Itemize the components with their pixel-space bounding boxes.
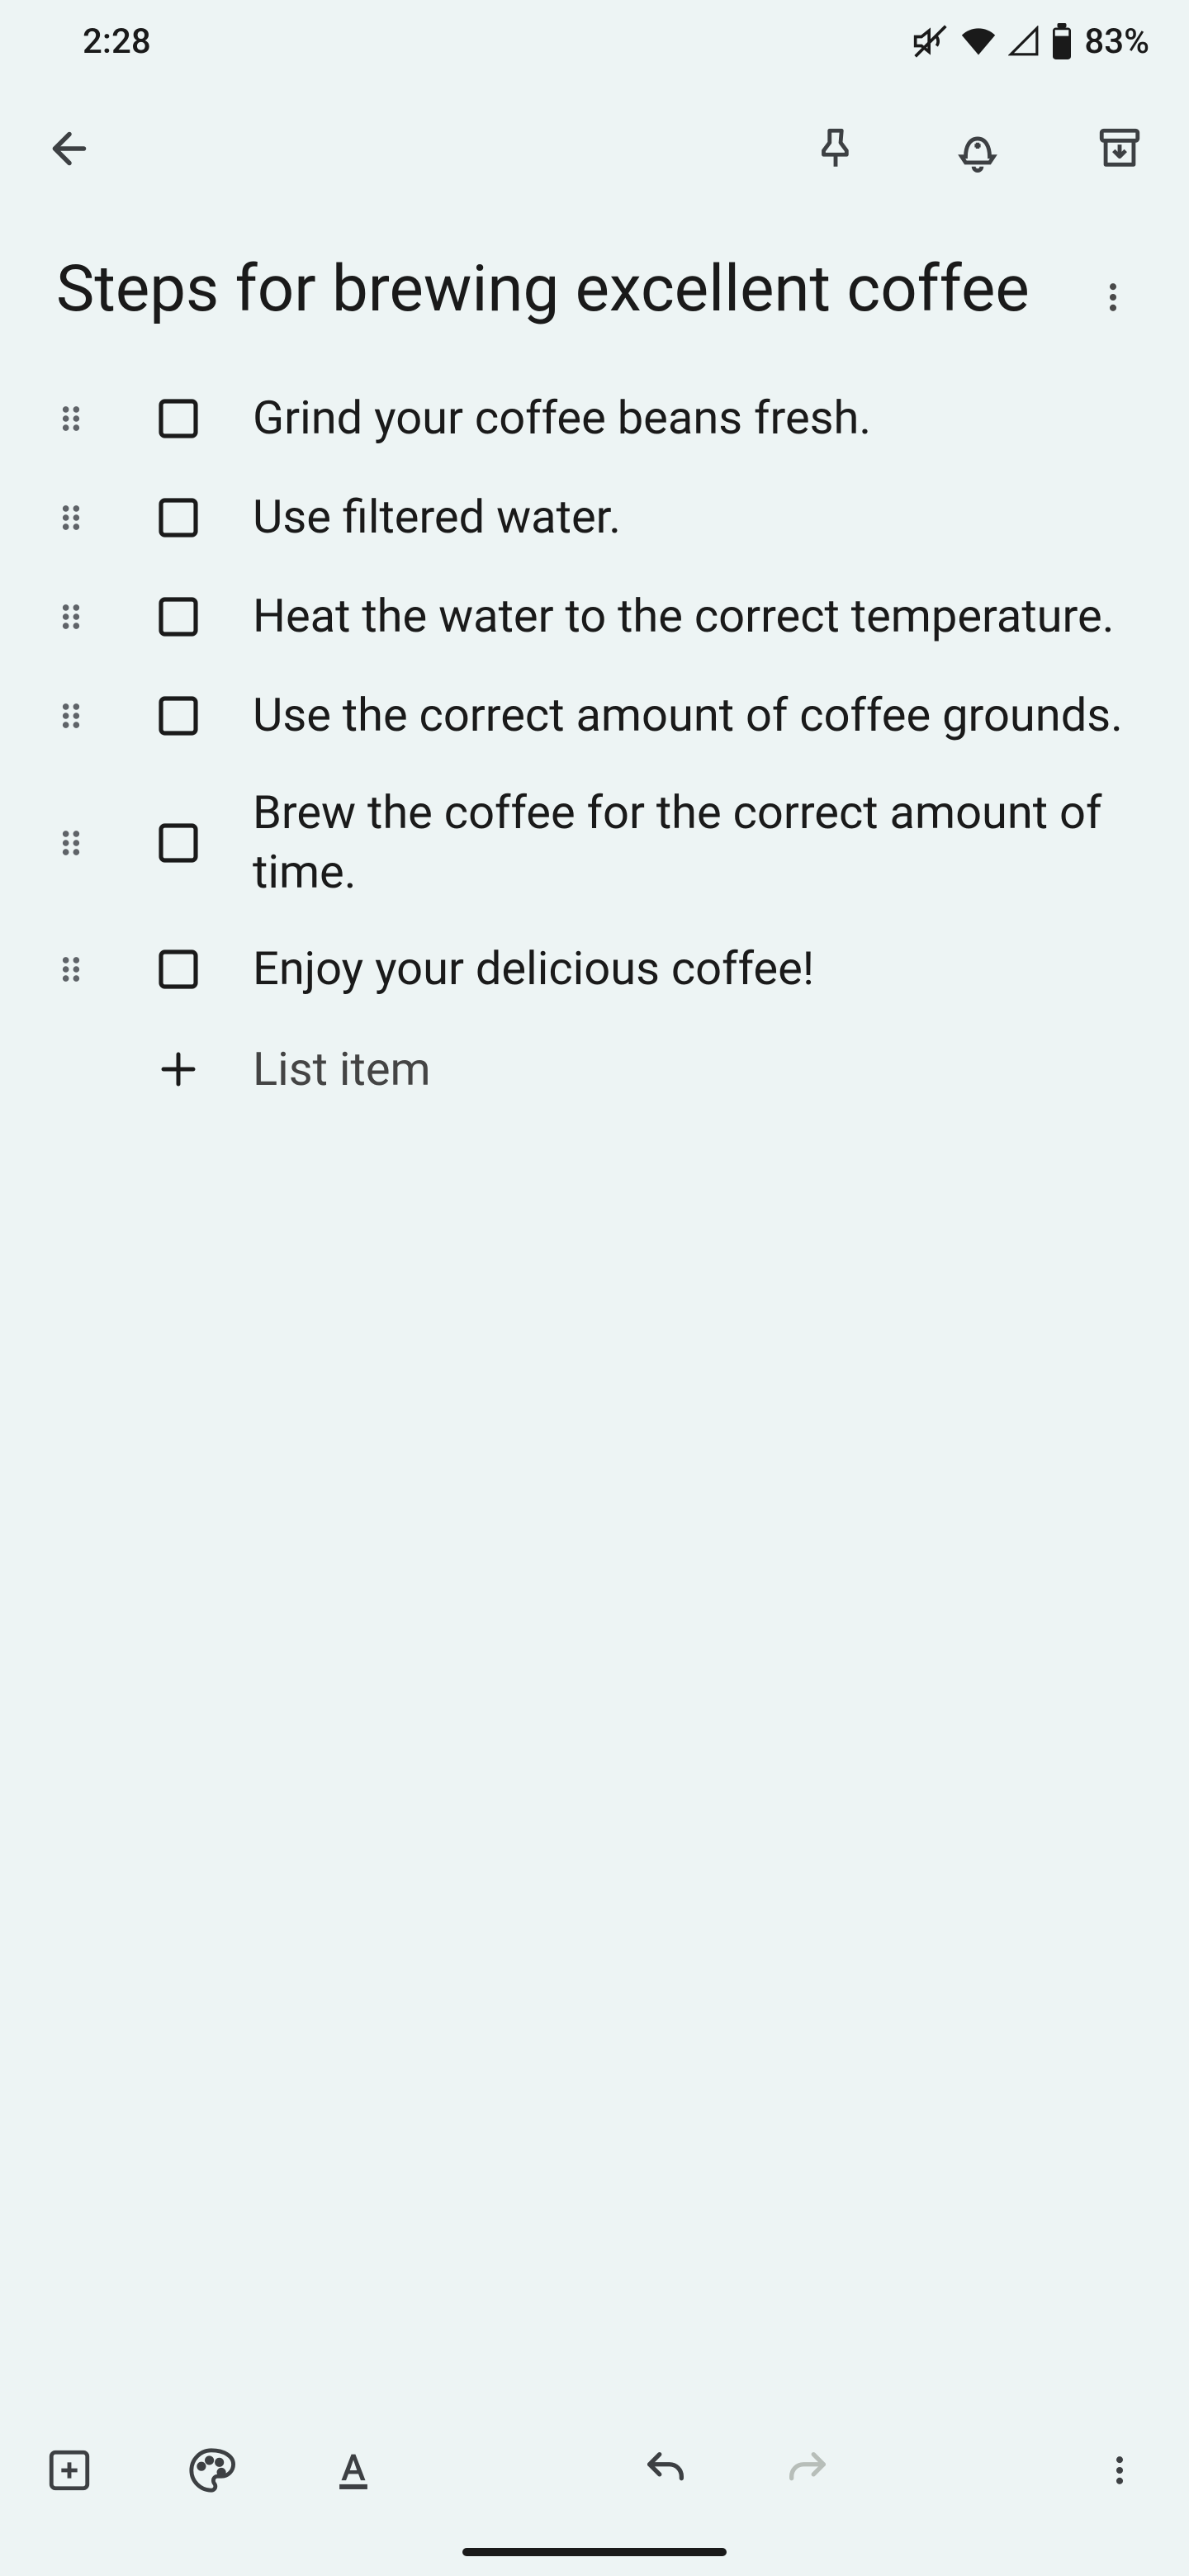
bottom-more-button[interactable] [1090,2441,1149,2500]
back-button[interactable] [40,119,99,178]
drag-handle-icon[interactable] [48,946,94,992]
add-list-item[interactable]: List item [48,1019,1156,1120]
list-item: Use the correct amount of coffee grounds… [48,666,1156,765]
undo-button[interactable] [636,2441,695,2500]
list-item-text[interactable]: Use filtered water. [236,488,1156,547]
note-more-button[interactable] [1083,268,1143,327]
drag-handle-icon[interactable] [48,594,94,640]
list-item-text[interactable]: Use the correct amount of coffee grounds… [236,686,1156,746]
list-item-text[interactable]: Grind your coffee beans fresh. [236,389,1156,448]
title-row: Steps for brewing excellent coffee [0,215,1189,353]
checkbox-unchecked-icon[interactable] [154,818,203,868]
top-app-bar [0,83,1189,215]
wifi-icon [960,23,997,59]
drag-handle-icon[interactable] [48,395,94,442]
battery-percent: 83% [1084,21,1149,62]
reminder-button[interactable] [948,119,1007,178]
pin-button[interactable] [806,119,865,178]
checkbox-unchecked-icon[interactable] [154,394,203,443]
plus-icon [154,1044,203,1094]
list-item-text[interactable]: Enjoy your delicious coffee! [236,940,1156,999]
status-time: 2:28 [83,21,151,62]
add-content-button[interactable] [40,2441,99,2500]
text-format-button[interactable] [324,2441,383,2500]
drag-handle-icon[interactable] [48,693,94,739]
redo-button [778,2441,837,2500]
status-bar: 2:28 83% [0,0,1189,83]
mute-icon [912,23,949,59]
checklist: Grind your coffee beans fresh. Use filte… [0,353,1189,1120]
list-item-text[interactable]: Brew the coffee for the correct amount o… [236,784,1156,902]
list-item-text[interactable]: Heat the water to the correct temperatur… [236,587,1156,646]
list-item: Brew the coffee for the correct amount o… [48,765,1156,920]
palette-button[interactable] [182,2441,241,2500]
checkbox-unchecked-icon[interactable] [154,493,203,542]
drag-handle-icon[interactable] [48,820,94,866]
gesture-bar [462,2548,727,2556]
note-title[interactable]: Steps for brewing excellent coffee [56,248,1083,333]
drag-handle-icon[interactable] [48,495,94,541]
list-item: Heat the water to the correct temperatur… [48,567,1156,666]
checkbox-unchecked-icon[interactable] [154,592,203,642]
checkbox-unchecked-icon[interactable] [154,945,203,994]
archive-button[interactable] [1090,119,1149,178]
cell-signal-icon [1008,26,1040,57]
list-item: Use filtered water. [48,468,1156,567]
checkbox-unchecked-icon[interactable] [154,691,203,741]
status-indicators: 83% [912,21,1149,62]
list-item: Enjoy your delicious coffee! [48,920,1156,1019]
add-item-placeholder: List item [236,1042,1156,1096]
battery-icon [1051,23,1073,59]
list-item: Grind your coffee beans fresh. [48,369,1156,468]
